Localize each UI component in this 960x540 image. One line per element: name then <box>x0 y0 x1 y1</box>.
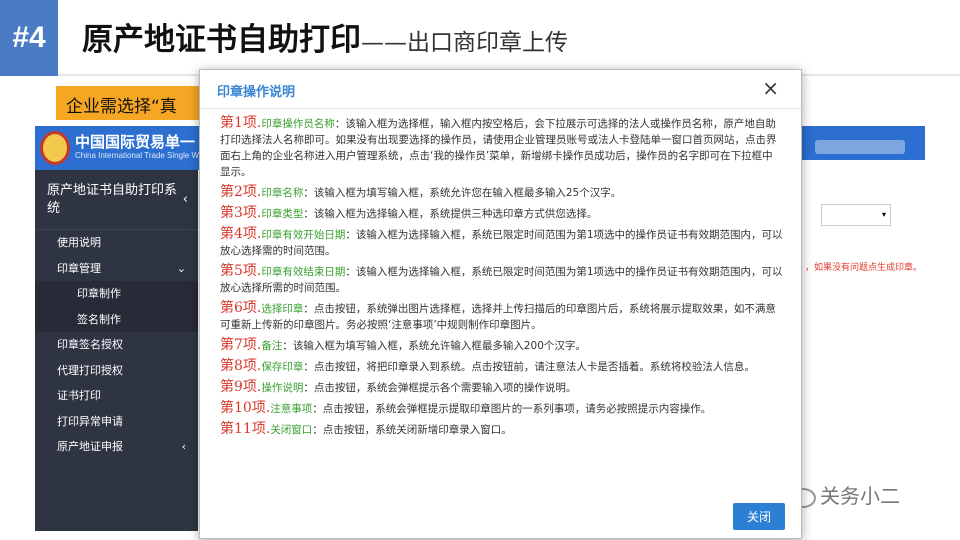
sidebar: 原产地证书自助打印系统 ‹ 使用说明印章管理 ⌄ 印章制作签名制作印章签名授权 代理打… <box>35 170 198 531</box>
right-panel: ▾ ，如果没有问题点生成印章。 <box>800 160 925 530</box>
chevron-down-icon: ⌄ <box>176 261 186 275</box>
sidebar-item-label: 原产地证申报 <box>57 440 123 453</box>
instruction-term: 印章操作员名称 <box>261 118 335 130</box>
instruction-item: 第3项.印章类型：该输入框为选择输入框，系统提供三种选印章方式供您选择。 <box>220 205 783 222</box>
seal-instructions-dialog: 印章操作说明 × 第1项.印章操作员名称：该输入框为选择框，输入框内按空格后，会… <box>199 69 802 539</box>
sidebar-item[interactable]: 打印异常申请 <box>35 409 198 435</box>
sidebar-item-label: 印章制作 <box>77 287 121 300</box>
instruction-number: 第4项. <box>220 226 262 242</box>
sidebar-title[interactable]: 原产地证书自助打印系统 ‹ <box>35 170 198 230</box>
instruction-term: 关闭窗口 <box>270 424 313 436</box>
blurred-user-info <box>815 140 905 154</box>
instruction-text: ：该输入框为选择输入框，系统提供三种选印章方式供您选择。 <box>303 208 598 220</box>
slide-number-badge: #4 <box>0 0 58 76</box>
sidebar-item[interactable]: 证书打印 <box>35 383 198 409</box>
instruction-item: 第5项.印章有效结束日期：该输入框为选择输入框，系统已限定时间范围为第1项选中的… <box>220 263 783 296</box>
sidebar-item[interactable]: 签名制作 <box>35 306 198 332</box>
sidebar-item[interactable]: 代理打印授权 <box>35 358 198 384</box>
instruction-term: 注意事项 <box>270 403 313 415</box>
slide-title-sub: ——出口商印章上传 <box>361 30 568 56</box>
sidebar-item[interactable]: 使用说明 <box>35 230 198 256</box>
sidebar-item-label: 代理打印授权 <box>57 363 123 377</box>
instruction-term: 印章名称 <box>261 187 304 199</box>
instruction-item: 第10项.注意事项：点击按钮，系统会弹框提示提取印章图片的一系列事项，请务必按照… <box>220 400 783 417</box>
dialog-body: 第1项.印章操作员名称：该输入框为选择框，输入框内按空格后，会下拉展示可选择的法… <box>200 109 801 438</box>
instruction-item: 第2项.印章名称：该输入框为填写输入框，系统允许您在输入框最多输入25个汉字。 <box>220 184 783 201</box>
slide: #4 原产地证书自助打印——出口商印章上传 企业需选择“真 中国国际贸易单一 C… <box>0 0 960 540</box>
instruction-text: ：点击按钮，系统弹出图片选择框，选择并上传扫描后的印章图片后，系统将展示提取效果… <box>220 303 776 331</box>
instruction-text: ：点击按钮，系统会弹框提示各个需要输入项的操作说明。 <box>303 382 577 394</box>
sidebar-item[interactable]: 印章制作 <box>35 281 198 307</box>
instruction-text: ：该输入框为填写输入框，系统允许输入框最多输入200个汉字。 <box>282 340 586 352</box>
instruction-number: 第9项. <box>220 379 262 395</box>
sidebar-item-label: 签名制作 <box>77 312 121 326</box>
instruction-item: 第8项.保存印章：点击按钮，将把印章录入到系统。点击按钮前，请注意法人卡是否插着… <box>220 358 783 375</box>
sidebar-item[interactable]: 印章管理 ⌄ <box>35 256 198 282</box>
instruction-term: 印章类型 <box>261 208 304 220</box>
sidebar-title-label: 原产地证书自助打印系统 <box>47 182 178 216</box>
instruction-number: 第6项. <box>220 300 262 316</box>
instruction-number: 第10项. <box>220 400 271 416</box>
sidebar-item-label: 打印异常申请 <box>57 414 123 428</box>
instruction-number: 第1项. <box>220 115 262 131</box>
sidebar-item-label: 印章签名授权 <box>57 338 123 351</box>
sidebar-menu: 使用说明 印章管理 ⌄ 印章制作 签名制作 印章签名授权 代理打印授权 证书打印 打印异常申请原… <box>35 230 198 460</box>
instruction-number: 第2项. <box>220 184 262 200</box>
instruction-term: 印章有效结束日期 <box>261 266 346 278</box>
chevron-left-icon: ‹ <box>181 440 186 453</box>
instruction-number: 第7项. <box>220 337 262 353</box>
slide-title-main: 原产地证书自助打印 <box>82 22 361 58</box>
instruction-term: 印章有效开始日期 <box>261 229 346 241</box>
logo-text-cn: 中国国际贸易单一 <box>75 133 196 151</box>
instruction-item: 第4项.印章有效开始日期：该输入框为选择输入框，系统已限定时间范围为第1项选中的… <box>220 226 783 259</box>
dialog-header: 印章操作说明 × <box>200 70 801 109</box>
instruction-text: ：该输入框为填写输入框，系统允许您在输入框最多输入25个汉字。 <box>303 187 622 199</box>
sidebar-item-label: 使用说明 <box>57 236 101 249</box>
select-field[interactable]: ▾ <box>821 204 891 226</box>
watermark-text: 关务小二 <box>820 484 900 508</box>
logo-text-en: China International Trade Single W <box>75 151 200 160</box>
sidebar-item[interactable]: 原产地证申报 ‹ <box>35 434 198 460</box>
close-icon[interactable]: × <box>762 76 779 100</box>
instruction-item: 第6项.选择印章：点击按钮，系统弹出图片选择框，选择并上传扫描后的印章图片后，系… <box>220 300 783 333</box>
instruction-text: ：点击按钮，系统关闭新增印章录入窗口。 <box>312 424 512 436</box>
instruction-term: 选择印章 <box>261 303 304 315</box>
chevron-left-icon: ‹ <box>182 191 188 207</box>
instruction-item: 第1项.印章操作员名称：该输入框为选择框，输入框内按空格后，会下拉展示可选择的法… <box>220 115 783 180</box>
sidebar-item[interactable]: 印章签名授权 <box>35 332 198 358</box>
instruction-item: 第7项.备注：该输入框为填写输入框，系统允许输入框最多输入200个汉字。 <box>220 337 783 354</box>
instruction-number: 第8项. <box>220 358 262 374</box>
watermark: 关务小二 <box>790 480 900 509</box>
instruction-term: 备注 <box>261 340 283 352</box>
instruction-term: 操作说明 <box>261 382 304 394</box>
instruction-number: 第5项. <box>220 263 262 279</box>
slide-title: 原产地证书自助打印——出口商印章上传 <box>82 14 568 59</box>
instruction-term: 保存印章 <box>261 361 304 373</box>
instruction-item: 第11项.关闭窗口：点击按钮，系统关闭新增印章录入窗口。 <box>220 421 783 438</box>
sidebar-item-label: 印章管理 <box>57 261 101 275</box>
red-note: ，如果没有问题点生成印章。 <box>805 263 923 273</box>
close-button[interactable]: 关闭 <box>733 503 785 530</box>
sidebar-item-label: 证书打印 <box>57 389 101 402</box>
instruction-text: ：点击按钮，系统会弹框提示提取印章图片的一系列事项，请务必按照提示内容操作。 <box>312 403 712 415</box>
instruction-text: ：点击按钮，将把印章录入到系统。点击按钮前，请注意法人卡是否插着。系统将校验法人… <box>303 361 755 373</box>
instruction-number: 第3项. <box>220 205 262 221</box>
logo-icon <box>40 131 70 165</box>
instruction-item: 第9项.操作说明：点击按钮，系统会弹框提示各个需要输入项的操作说明。 <box>220 379 783 396</box>
dialog-title: 印章操作说明 <box>217 85 296 100</box>
instruction-number: 第11项. <box>220 421 271 437</box>
